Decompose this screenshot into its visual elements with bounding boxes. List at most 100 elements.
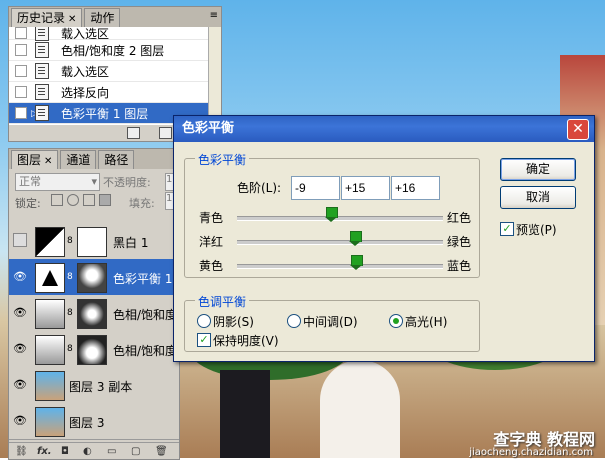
fx-icon[interactable]: fx. (37, 446, 52, 457)
tab-label: 动作 (90, 11, 115, 25)
add-mask-icon[interactable]: ◘ (61, 446, 69, 457)
snapshot-checkbox[interactable] (15, 86, 27, 98)
close-icon[interactable]: ✕ (44, 156, 52, 167)
document-icon (35, 84, 49, 100)
cancel-button[interactable]: 取消 (500, 186, 576, 209)
shadows-label[interactable]: 阴影(S) (213, 313, 254, 330)
layer-row[interactable]: 👁 图层 3 (9, 403, 179, 440)
lock-position-icon[interactable] (83, 194, 95, 206)
eye-icon[interactable]: 👁 (13, 270, 27, 283)
snapshot-checkbox[interactable] (15, 27, 27, 39)
new-layer-icon[interactable]: ▢ (131, 446, 140, 457)
lock-transparency-icon[interactable] (51, 194, 63, 206)
magenta-green-track[interactable] (237, 240, 443, 245)
magenta-green-slider-thumb[interactable] (349, 231, 363, 246)
new-document-icon[interactable] (127, 127, 140, 139)
eye-icon[interactable]: 👁 (13, 306, 27, 319)
history-list: 载入选区 色相/饱和度 2 图层 载入选区 选择反向 ▷ 色彩平衡 1 图层 (9, 27, 209, 125)
cyan-red-slider-thumb[interactable] (324, 207, 338, 222)
lock-all-icon[interactable] (99, 194, 111, 206)
preview-label[interactable]: 预览(P) (516, 221, 557, 238)
groom-figure (220, 370, 270, 458)
mask-thumbnail[interactable] (77, 263, 107, 293)
history-item[interactable]: 选择反向 (9, 82, 209, 103)
layer-thumbnail (35, 371, 65, 401)
highlights-label[interactable]: 高光(H) (405, 313, 447, 330)
history-item[interactable]: 色相/饱和度 2 图层 (9, 40, 209, 61)
adjustment-layer-icon[interactable]: ◐ (83, 446, 92, 457)
color-balance-group: 色彩平衡 色阶(L): 青色 红色 洋红 绿色 黄色 蓝色 (184, 151, 480, 278)
tab-layers[interactable]: 图层 ✕ (11, 150, 59, 169)
history-scrollbar[interactable] (208, 27, 221, 125)
snapshot-checkbox[interactable] (15, 65, 27, 77)
history-item[interactable]: 载入选区 (9, 61, 209, 82)
level-magenta-green-input[interactable] (341, 176, 390, 200)
ok-button[interactable]: 确定 (500, 158, 576, 181)
history-item[interactable]: 载入选区 (9, 27, 209, 41)
dialog-title: 色彩平衡 (182, 121, 235, 136)
preserve-luminosity-label[interactable]: 保持明度(V) (213, 332, 279, 349)
tab-history[interactable]: 历史记录 ✕ (11, 8, 83, 27)
highlights-radio[interactable] (389, 314, 403, 328)
lock-label: 锁定: (15, 197, 41, 210)
layer-name: 黑白 1 (113, 236, 149, 250)
layer-row[interactable]: 8 黑白 1 (9, 223, 179, 260)
fill-label: 填充: (129, 197, 155, 210)
snapshot-checkbox[interactable] (15, 107, 27, 119)
group-folder-icon[interactable]: ▭ (107, 446, 116, 457)
close-icon[interactable]: ✕ (68, 14, 76, 25)
slider-left-label: 青色 (199, 211, 224, 225)
eye-icon[interactable]: 👁 (13, 414, 27, 427)
shadows-radio[interactable] (197, 314, 211, 328)
lock-pixels-icon[interactable] (67, 194, 79, 206)
group-title: 色调平衡 (195, 293, 250, 310)
layer-row-selected[interactable]: 👁 8 色彩平衡 1 (9, 259, 179, 296)
trash-icon[interactable]: 🗑 (155, 446, 168, 457)
snapshot-checkbox[interactable] (15, 44, 27, 56)
visibility-toggle[interactable] (13, 233, 27, 247)
document-icon (35, 27, 49, 41)
eye-icon[interactable]: 👁 (13, 378, 27, 391)
tab-label: 路径 (104, 153, 129, 167)
yellow-blue-slider-thumb[interactable] (350, 255, 364, 270)
history-item-label: 选择反向 (61, 85, 110, 100)
yellow-blue-track[interactable] (237, 264, 443, 269)
mask-thumbnail[interactable] (77, 335, 107, 365)
snapshot-camera-icon[interactable] (159, 127, 172, 139)
mask-thumbnail[interactable] (77, 227, 107, 257)
balance-scale-icon (42, 270, 58, 286)
layer-thumbnail (35, 407, 65, 437)
panel-menu-icon[interactable]: ≡ (210, 10, 218, 21)
level-yellow-blue-input[interactable] (391, 176, 440, 200)
history-item-label: 载入选区 (61, 64, 110, 79)
link-layers-icon[interactable]: ⛓ (15, 446, 28, 457)
tab-label: 历史记录 (17, 11, 66, 25)
level-cyan-red-input[interactable] (291, 176, 340, 200)
cyan-red-track[interactable] (237, 216, 443, 221)
tab-actions[interactable]: 动作 (84, 8, 121, 27)
close-button[interactable]: ✕ (567, 119, 589, 140)
layers-tabs: 图层 ✕ 通道 路径 (9, 149, 179, 169)
slider-right-label: 蓝色 (447, 259, 472, 273)
layer-name: 色相/饱和度 (113, 308, 178, 322)
document-icon (35, 42, 49, 58)
document-icon (35, 105, 49, 121)
midtones-radio[interactable] (287, 314, 301, 328)
tab-channels[interactable]: 通道 (60, 150, 97, 169)
watermark-url: jiaocheng.chazidian.com (469, 447, 593, 458)
link-icon: 8 (67, 344, 73, 354)
layer-row[interactable]: 👁 8 色相/饱和度 (9, 331, 179, 368)
preview-checkbox[interactable]: ✓ (500, 222, 514, 236)
preserve-luminosity-checkbox[interactable]: ✓ (197, 333, 211, 347)
layer-row[interactable]: 👁 8 色相/饱和度 (9, 295, 179, 332)
blend-mode-select[interactable]: 正常 (15, 173, 100, 191)
tab-label: 图层 (17, 153, 42, 167)
midtones-label[interactable]: 中间调(D) (303, 313, 358, 330)
dialog-titlebar[interactable]: 色彩平衡 ✕ (174, 116, 594, 142)
tab-paths[interactable]: 路径 (98, 150, 135, 169)
slider-right-label: 绿色 (447, 235, 472, 249)
eye-icon[interactable]: 👁 (13, 342, 27, 355)
layer-row[interactable]: 👁 图层 3 副本 (9, 367, 179, 404)
mask-thumbnail[interactable] (77, 299, 107, 329)
document-icon (35, 63, 49, 79)
